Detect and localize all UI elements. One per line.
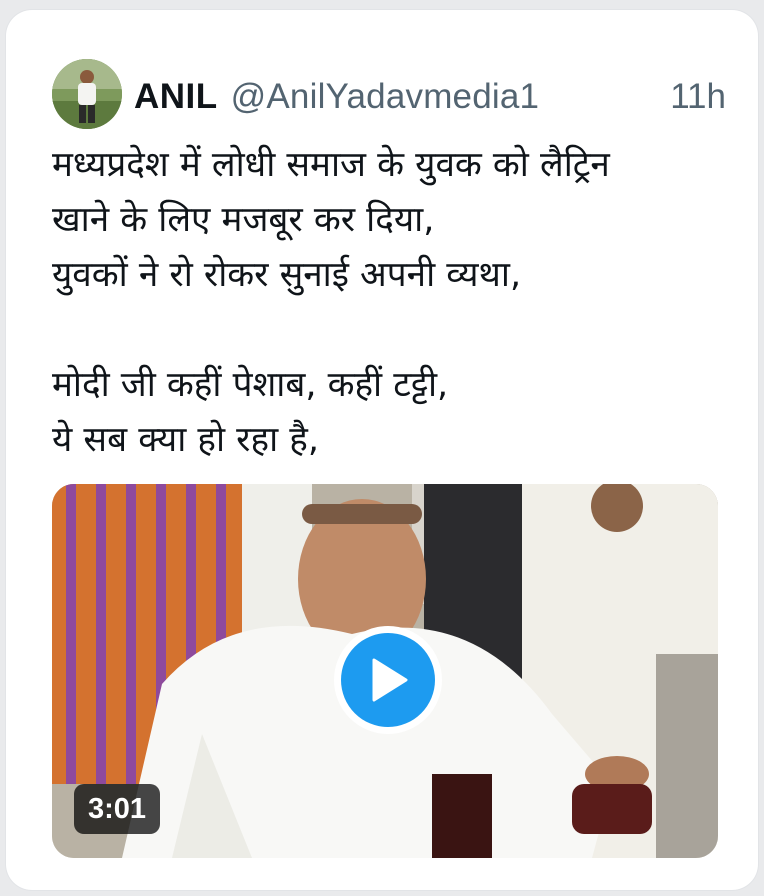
video-duration-badge: 3:01 — [74, 784, 161, 834]
tweet-text: मध्यप्रदेश में लोधी समाज के युवक को लैट्… — [52, 145, 610, 460]
play-button[interactable] — [334, 626, 442, 734]
author-handle[interactable]: @AnilYadavmedia1 — [231, 77, 540, 117]
video-player[interactable]: 3:01 — [52, 484, 718, 858]
tweet-header: ANIL @AnilYadavmedia1 11h — [134, 72, 730, 122]
avatar-image — [52, 59, 122, 129]
tweet-card[interactable]: ANIL @AnilYadavmedia1 11h मध्यप्रदेश में… — [6, 10, 758, 890]
timestamp[interactable]: 11h — [670, 77, 730, 117]
author-name[interactable]: ANIL — [134, 77, 218, 117]
play-icon — [341, 633, 435, 727]
avatar[interactable] — [52, 59, 122, 129]
